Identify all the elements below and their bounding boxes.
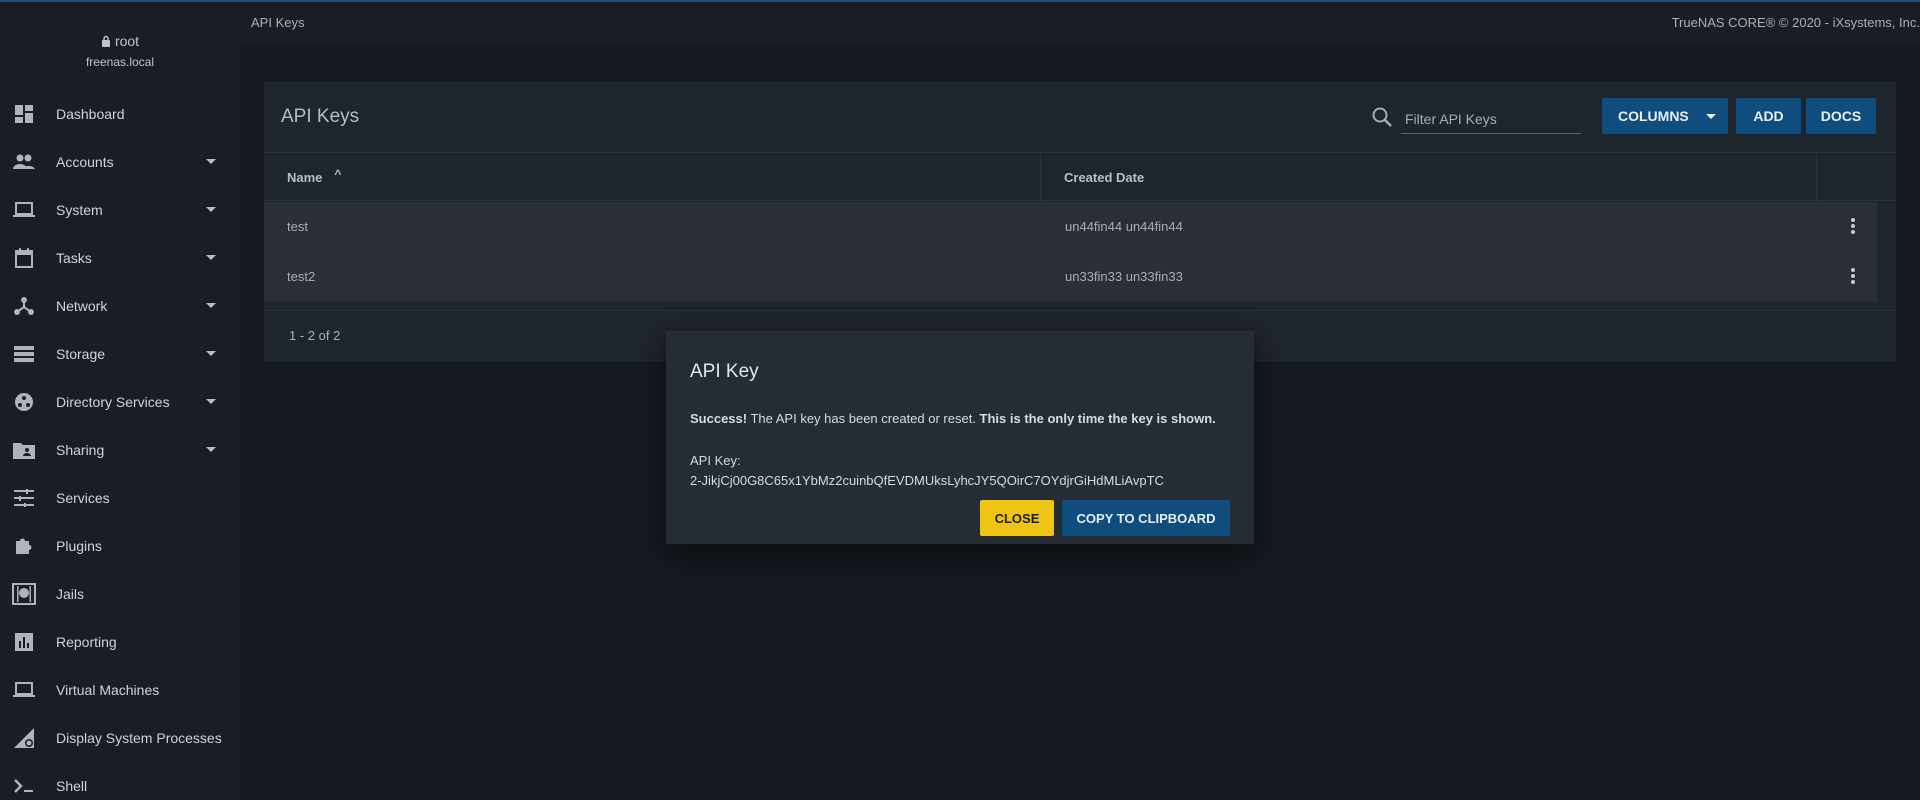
sidebar-item-dashboard[interactable]: Dashboard <box>0 90 240 138</box>
divider <box>264 310 1896 311</box>
cell-created-date: un33fin33 un33fin33 <box>1065 269 1183 284</box>
copy-to-clipboard-button[interactable]: COPY TO CLIPBOARD <box>1062 500 1230 536</box>
top-accent-line <box>0 0 1920 2</box>
warning-text: This is the only time the key is shown. <box>979 411 1216 426</box>
lock-icon <box>101 35 110 47</box>
column-divider[interactable] <box>1040 153 1041 202</box>
sidebar-item-display-system-processes[interactable]: Display System Processes <box>0 714 240 762</box>
column-divider[interactable] <box>1816 153 1817 202</box>
pagination-range: 1 - 2 of 2 <box>289 328 341 343</box>
success-text: Success! <box>690 411 748 426</box>
table-row[interactable]: test2 un33fin33 un33fin33 <box>264 252 1877 302</box>
sidebar-item-services[interactable]: Services <box>0 474 240 522</box>
sidebar-item-shell[interactable]: Shell <box>0 762 240 800</box>
chevron-down-icon <box>206 447 216 452</box>
sidebar-item-system[interactable]: System <box>0 186 240 234</box>
chevron-down-icon <box>206 255 216 260</box>
storage-icon <box>12 342 36 366</box>
search-icon <box>1371 106 1393 133</box>
sidebar-item-sharing[interactable]: Sharing <box>0 426 240 474</box>
chart-icon <box>12 630 36 654</box>
sidebar-item-label: Jails <box>56 586 85 602</box>
api-key-dialog: API Key Success! The API key has been cr… <box>666 331 1254 544</box>
dashboard-icon <box>12 102 36 126</box>
sidebar-item-storage[interactable]: Storage <box>0 330 240 378</box>
sort-ascending-icon: ^ <box>334 166 342 181</box>
shell-icon <box>12 774 36 798</box>
sidebar-item-accounts[interactable]: Accounts <box>0 138 240 186</box>
sidebar-item-label: Plugins <box>56 538 102 554</box>
tune-icon <box>12 486 36 510</box>
sidebar-item-network[interactable]: Network <box>0 282 240 330</box>
sidebar-item-label: Dashboard <box>56 106 125 122</box>
cell-created-date: un44fin44 un44fin44 <box>1065 219 1183 234</box>
processes-icon <box>12 726 36 750</box>
sidebar-item-label: Accounts <box>56 154 114 170</box>
api-key-value[interactable]: 2-JikjCj00G8C65x1YbMz2cuinbQfEVDMUksLyhc… <box>690 473 1164 488</box>
close-button[interactable]: CLOSE <box>980 500 1054 536</box>
api-key-label: API Key: <box>690 453 741 468</box>
sidebar-item-label: Storage <box>56 346 106 362</box>
laptop-icon <box>12 678 36 702</box>
filter-input[interactable] <box>1401 104 1581 134</box>
sidebar-item-label: Services <box>56 490 110 506</box>
folder-share-icon <box>12 438 36 462</box>
table-row[interactable]: test un44fin44 un44fin44 <box>264 202 1877 252</box>
jail-icon <box>12 582 36 606</box>
column-header-name[interactable]: Name ^ <box>287 153 341 202</box>
dialog-message: Success! The API key has been created or… <box>690 411 1216 426</box>
column-header-created-date[interactable]: Created Date <box>1064 153 1144 202</box>
cell-name: test2 <box>287 269 316 284</box>
sidebar-item-label: System <box>56 202 103 218</box>
sidebar-item-tasks[interactable]: Tasks <box>0 234 240 282</box>
laptop-icon <box>12 198 36 222</box>
people-icon <box>12 150 36 174</box>
columns-label: COLUMNS <box>1618 108 1689 124</box>
user-name: root <box>114 33 140 49</box>
sidebar-item-label: Directory Services <box>56 394 170 410</box>
network-icon <box>12 294 36 318</box>
calendar-icon <box>12 246 36 270</box>
sidebar-item-directory-services[interactable]: Directory Services <box>0 378 240 426</box>
sidebar-item-reporting[interactable]: Reporting <box>0 618 240 666</box>
topbar: API Keys TrueNAS CORE® © 2020 - iXsystem… <box>240 0 1920 42</box>
columns-button[interactable]: COLUMNS <box>1602 98 1728 134</box>
dialog-title: API Key <box>690 361 759 382</box>
page-title: API Keys <box>281 106 360 127</box>
sidebar-item-jails[interactable]: Jails <box>0 570 240 618</box>
chevron-down-icon <box>206 159 216 164</box>
cell-name: test <box>287 219 308 234</box>
table-header: Name ^ Created Date <box>264 152 1896 202</box>
sidebar-item-label: Tasks <box>56 250 92 266</box>
user-info: root freenas.local <box>0 0 240 90</box>
sidebar-item-virtual-machines[interactable]: Virtual Machines <box>0 666 240 714</box>
sidebar-item-plugins[interactable]: Plugins <box>0 522 240 570</box>
chevron-down-icon <box>1706 114 1716 119</box>
chevron-down-icon <box>206 399 216 404</box>
breadcrumb[interactable]: API Keys <box>251 15 304 30</box>
sidebar-item-label: Shell <box>56 778 88 794</box>
chevron-down-icon <box>206 303 216 308</box>
sidebar-item-label: Display System Processes <box>56 730 222 746</box>
copyright-text: TrueNAS CORE® © 2020 - iXsystems, Inc. <box>1671 15 1920 30</box>
puzzle-icon <box>12 534 36 558</box>
sidebar-item-label: Sharing <box>56 442 105 458</box>
sidebar-item-label: Reporting <box>56 634 117 650</box>
chevron-down-icon <box>206 351 216 356</box>
sidebar: root freenas.local Dashboard Accounts Sy… <box>0 0 240 800</box>
docs-button[interactable]: DOCS <box>1806 98 1876 134</box>
chevron-down-icon <box>206 207 216 212</box>
add-button[interactable]: ADD <box>1736 98 1801 134</box>
more-vert-icon[interactable] <box>1849 266 1857 286</box>
directory-icon <box>12 390 36 414</box>
sidebar-item-label: Network <box>56 298 108 314</box>
sidebar-item-label: Virtual Machines <box>56 682 160 698</box>
host-name: freenas.local <box>85 55 155 69</box>
more-vert-icon[interactable] <box>1849 216 1857 236</box>
message-text: The API key has been created or reset. <box>747 411 980 426</box>
api-keys-card: API Keys COLUMNS ADD DOCS Name ^ Created… <box>264 82 1896 362</box>
